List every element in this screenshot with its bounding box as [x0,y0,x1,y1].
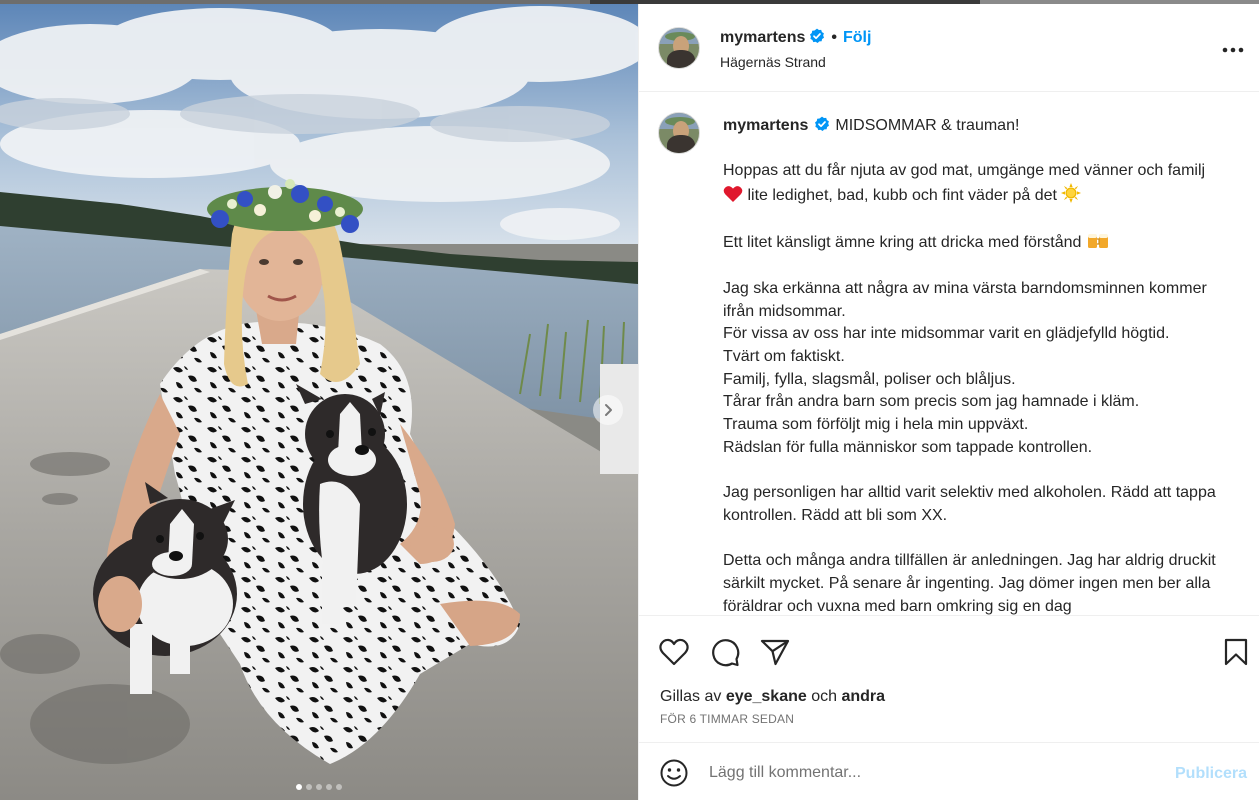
post-side-panel: mymartens • Följ Hägernäs Strand mymartens… [638,4,1259,800]
comment-button[interactable] [709,636,741,668]
others-link[interactable]: andra [841,688,885,705]
post-photo[interactable] [0,4,638,800]
verified-badge-icon [810,28,825,43]
header-user-row: mymartens • Följ [720,28,871,47]
more-options-icon [1222,47,1244,53]
caption-line-5: Tårar från andra barn som precis som jag… [723,393,1140,411]
publish-button[interactable]: Publicera [1175,765,1247,783]
carousel-dot [326,784,332,790]
sun-emoji [1061,183,1082,204]
photo-image [0,4,638,800]
caption-paragraph: Ett litet känsligt ämne kring att dricka… [723,234,1082,252]
caption-paragraph: Jag personligen har alltid varit selekti… [723,484,1216,524]
caption-line-6: Trauma som förföljt mig i hela min uppvä… [723,416,1029,434]
emoji-icon [660,759,688,787]
like-button[interactable] [658,636,690,668]
caption-paragraph: lite ledighet, bad, kubb och fint väder … [747,187,1057,205]
share-button[interactable] [759,636,791,668]
carousel-dot [316,784,322,790]
emoji-button[interactable] [658,757,690,789]
avatar[interactable] [658,27,700,69]
caption-line-4: Familj, fylla, slagsmål, poliser och blå… [723,370,1016,388]
follow-button[interactable]: Följ [843,29,871,46]
save-button[interactable] [1220,636,1252,668]
next-slide-button[interactable] [593,395,623,425]
verified-badge-icon [815,116,830,131]
bookmark-icon [1224,638,1248,666]
carousel-dot [296,784,302,790]
and-label: och [811,688,838,705]
beer-emoji [1087,234,1108,249]
caption-scroll-area[interactable]: mymartens MIDSOMMAR & trauman! Hoppas att… [639,93,1259,615]
caption-paragraph: Detta och många andra tillfällen är anle… [723,552,1216,615]
caption-line-1: Jag ska erkänna att några av mina värsta… [723,279,1207,320]
caption-line-7: Rädslan för fulla människor som tappade … [723,438,1093,456]
more-options-button[interactable] [1221,38,1245,62]
username-link[interactable]: mymartens [720,29,805,46]
post-timestamp[interactable]: FÖR 6 TIMMAR SEDAN [660,712,794,726]
carousel-indicator [0,784,638,790]
liked-by-user-link[interactable]: eye_skane [726,688,807,705]
caption-paragraph: Hoppas att du får njuta av god mat, umgä… [723,162,1206,180]
comment-input[interactable] [709,759,1149,787]
red-heart-emoji [723,186,743,203]
likes-summary: Gillas av eye_skane och andra [660,688,885,706]
caption-text: mymartens MIDSOMMAR & trauman! Hoppas att… [723,115,1228,615]
liked-by-prefix: Gillas av [660,688,722,705]
caption-line-3: Tvärt om faktiskt. [723,347,845,365]
caption-line-2: För vissa av oss har inte midsommar vari… [723,325,1170,343]
caption-title: MIDSOMMAR & trauman! [835,117,1020,134]
caption-avatar[interactable] [658,112,700,154]
comment-icon [712,639,740,667]
separator-dot: • [831,29,837,46]
carousel-dot [306,784,312,790]
location-link[interactable]: Hägernäs Strand [720,54,826,70]
post-header: mymartens • Följ Hägernäs Strand [639,4,1259,92]
heart-icon [659,638,689,666]
share-icon [760,639,790,666]
caption-username-link[interactable]: mymartens [723,117,808,134]
carousel-dot [336,784,342,790]
chevron-right-icon [605,404,612,416]
comment-bar: Publicera [639,742,1259,800]
